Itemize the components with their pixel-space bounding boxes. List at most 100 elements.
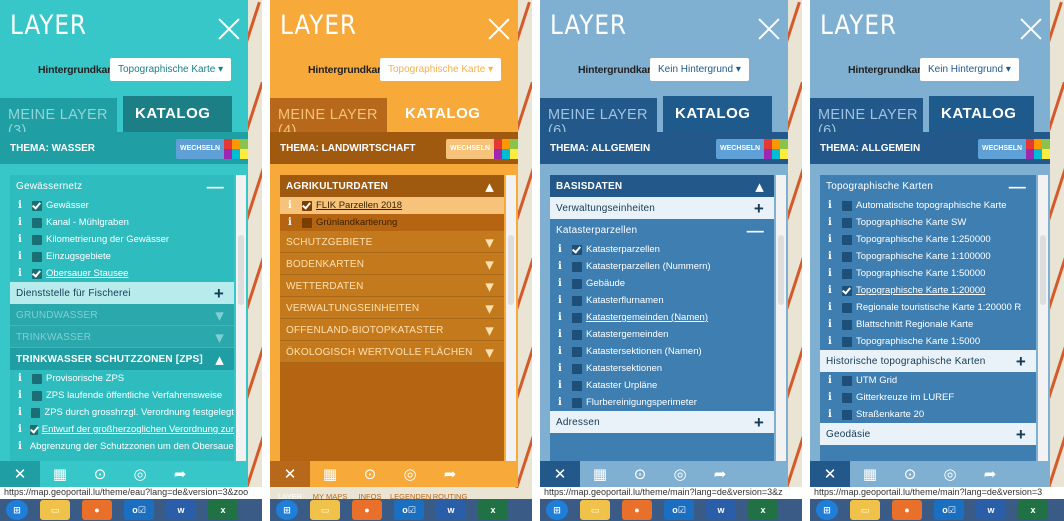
info-pin-icon[interactable]: ⊙ [80,461,120,487]
legend-icon[interactable]: ◎ [660,461,700,487]
taskbar-outlook-icon[interactable]: o☑ [934,500,964,520]
info-icon[interactable]: i [828,409,838,420]
tab-my-layers[interactable]: MEINE LAYER (6) [540,98,657,139]
close-icon[interactable] [1020,18,1042,40]
routing-icon[interactable]: ➦ [700,461,740,487]
layer-item[interactable]: i Katasterparzellen (Nummern) [550,258,774,275]
layer-item[interactable]: i Einzugsgebiete [10,248,234,265]
info-icon[interactable]: i [828,319,838,330]
address-bar[interactable]: https://map.geoportail.lu/theme/main?lan… [540,487,802,499]
info-pin-icon[interactable]: ⊙ [620,461,660,487]
tab-my-layers[interactable]: MEINE LAYER (3) [0,98,117,139]
info-icon[interactable]: i [558,244,568,255]
taskbar-firefox-icon[interactable]: ● [622,500,652,520]
close-icon[interactable] [758,18,780,40]
layer-checkbox[interactable] [842,285,852,296]
info-icon[interactable]: i [828,375,838,386]
catalog-section[interactable]: GRUNDWASSER ▾ [10,304,234,326]
layers-close-icon[interactable]: ✕ [0,461,40,487]
theme-switch-button[interactable]: WECHSELN [716,139,788,159]
catalog-section[interactable]: Topographische Karten — [820,175,1036,197]
expand-icon[interactable]: + [214,284,224,304]
taskbar-outlook-icon[interactable]: o☑ [394,500,424,520]
catalog-section[interactable]: Geodäsie + [820,423,1036,445]
taskbar-explorer-icon[interactable]: ▭ [580,500,610,520]
info-icon[interactable]: i [558,363,568,374]
layer-item[interactable]: i Grünlandkartierung [280,214,504,231]
layer-item[interactable]: i Kanal - Mühlgraben [10,214,234,231]
layer-checkbox[interactable] [302,217,312,228]
catalog-section[interactable]: ÖKOLOGISCH WERTVOLLE FLÄCHEN ▾ [280,341,504,363]
taskbar-excel-icon[interactable]: x [1018,500,1048,520]
taskbar-explorer-icon[interactable]: ▭ [310,500,340,520]
layer-checkbox[interactable] [842,200,852,211]
info-icon[interactable]: i [288,217,298,228]
layer-item[interactable]: i Katastersektionen [550,360,774,377]
info-icon[interactable]: i [18,424,26,435]
info-icon[interactable]: i [828,234,838,245]
layer-item[interactable]: i Regionale touristische Karte 1:20000 R [820,299,1036,316]
layer-item[interactable]: i UTM Grid [820,372,1036,389]
legend-icon[interactable]: ◎ [930,461,970,487]
layer-checkbox[interactable] [572,380,582,391]
taskbar-explorer-icon[interactable]: ▭ [40,500,70,520]
catalog-section[interactable]: TRINKWASSER SCHUTZZONEN [ZPS] ▴ [10,348,234,370]
layer-item[interactable]: i Topographische Karte 1:20000 [820,282,1036,299]
theme-switch-button[interactable]: WECHSELN [176,139,248,159]
layer-item[interactable]: i Kataster Urpläne [550,377,774,394]
map-book-icon[interactable]: ▦ [580,461,620,487]
layer-checkbox[interactable] [842,251,852,262]
layer-item[interactable]: i ZPS durch grosshrzgl. Verordnung festge… [10,404,234,421]
layer-checkbox[interactable] [572,278,582,289]
layer-checkbox[interactable] [842,409,852,420]
chevron-icon[interactable]: ▴ [485,177,494,197]
layer-item[interactable]: i Straßenkarte 20 [820,406,1036,423]
layer-checkbox[interactable] [572,295,582,306]
info-icon[interactable]: i [828,285,838,296]
layer-item[interactable]: i Automatische topographische Karte [820,197,1036,214]
layer-item[interactable]: i Topographische Karte 1:250000 [820,231,1036,248]
layer-checkbox[interactable] [32,373,42,384]
layer-item[interactable]: i Gewässer [10,197,234,214]
info-icon[interactable]: i [828,251,838,262]
layer-checkbox[interactable] [32,200,42,211]
layer-item[interactable]: i Katastergemeinden (Namen) [550,309,774,326]
catalog-section[interactable]: Historische topographische Karten + [820,350,1036,372]
taskbar-start-icon[interactable]: ⊞ [816,500,838,520]
taskbar-explorer-icon[interactable]: ▭ [850,500,880,520]
taskbar-outlook-icon[interactable]: o☑ [124,500,154,520]
scrollbar-thumb[interactable] [778,235,784,305]
catalog-section[interactable]: WETTERDATEN ▾ [280,275,504,297]
layer-item[interactable]: i ZPS laufende öffentliche Verfahrensweis… [10,387,234,404]
layer-checkbox[interactable] [32,217,42,228]
chevron-icon[interactable]: ▴ [755,177,764,197]
scrollbar-thumb[interactable] [238,235,244,305]
layers-close-icon[interactable]: ✕ [810,461,850,487]
info-icon[interactable]: i [18,390,28,401]
layer-checkbox[interactable] [572,329,582,340]
catalog-section[interactable]: Adressen + [550,411,774,433]
catalog-section[interactable]: Gewässernetz — [10,175,234,197]
tab-catalog[interactable]: KATALOG [663,96,772,132]
layer-item[interactable]: i Katasterflurnamen [550,292,774,309]
background-map-select[interactable]: Topographische Karte ▾ [110,58,232,81]
layer-checkbox[interactable] [842,319,852,330]
layer-item[interactable]: i Topographische Karte 1:5000 [820,333,1036,350]
layers-close-icon[interactable]: ✕ [540,461,580,487]
info-icon[interactable]: i [288,200,298,211]
taskbar-start-icon[interactable]: ⊞ [6,500,28,520]
tab-catalog[interactable]: KATALOG [929,96,1034,132]
layer-checkbox[interactable] [302,200,312,211]
layer-item[interactable]: i Gebäude [550,275,774,292]
taskbar-firefox-icon[interactable]: ● [82,500,112,520]
legend-icon[interactable]: ◎ [120,461,160,487]
catalog-section[interactable]: Katasterparzellen — [550,219,774,241]
catalog-section[interactable]: BASISDATEN ▴ [550,175,774,197]
info-icon[interactable]: i [828,392,838,403]
expand-icon[interactable]: + [754,199,764,219]
layer-checkbox[interactable] [572,244,582,255]
taskbar-excel-icon[interactable]: x [748,500,778,520]
taskbar-excel-icon[interactable]: x [478,500,508,520]
info-pin-icon[interactable]: ⊙ [890,461,930,487]
catalog-section[interactable]: VERWALTUNGSEINHEITEN ▾ [280,297,504,319]
